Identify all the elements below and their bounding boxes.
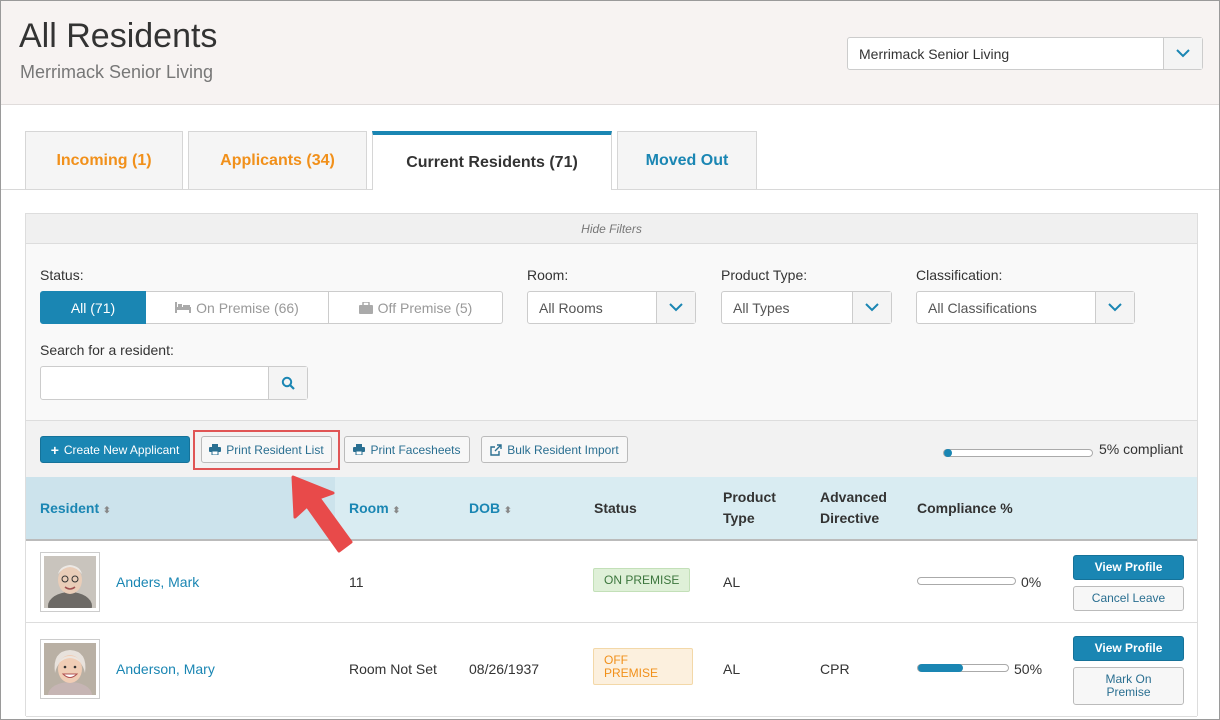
annotation-arrow-icon <box>291 475 353 553</box>
sort-icon: ⬍ <box>504 505 512 515</box>
suitcase-icon <box>358 301 373 314</box>
directive-cell: CPR <box>820 661 850 677</box>
status-column-header: Status <box>594 500 637 516</box>
compliance-bar <box>917 577 1016 585</box>
status-all-button[interactable]: All (71) <box>40 291 146 324</box>
search-input[interactable] <box>40 366 308 400</box>
mark-on-premise-button[interactable]: Mark On Premise <box>1073 667 1184 705</box>
resident-name-link[interactable]: Anders, Mark <box>116 574 199 590</box>
page-title: All Residents <box>19 17 218 55</box>
resident-column-header[interactable]: Resident ⬍ <box>40 498 111 521</box>
bed-icon <box>175 302 192 313</box>
advanced-directive-column-header: Advanced Directive <box>820 489 887 526</box>
community-select-value: Merrimack Senior Living <box>859 46 1010 62</box>
classification-select[interactable]: All Classifications <box>916 291 1135 324</box>
status-label: Status: <box>40 267 84 283</box>
tab-current-residents[interactable]: Current Residents (71) <box>372 131 612 190</box>
hide-filters-toggle[interactable]: Hide Filters <box>26 214 1197 244</box>
external-link-icon <box>490 443 502 456</box>
avatar <box>40 639 100 708</box>
chevron-down-icon[interactable] <box>1163 38 1202 69</box>
status-badge: ON PREMISE <box>593 568 691 592</box>
create-applicant-button[interactable]: + Create New Applicant <box>40 436 190 463</box>
room-cell: Room Not Set <box>349 661 437 677</box>
room-cell: 11 <box>349 574 364 590</box>
printer-icon <box>353 444 366 455</box>
overall-compliance-fill <box>944 449 952 457</box>
product-type-value: All Types <box>733 300 790 316</box>
table-header: Resident ⬍ Room ⬍ DOB ⬍ Status Product Type … <box>26 477 1197 541</box>
page-header: All Residents Merrimack Senior Living Me… <box>1 1 1219 105</box>
view-profile-button[interactable]: View Profile <box>1073 636 1184 661</box>
print-facesheets-button[interactable]: Print Facesheets <box>344 436 470 463</box>
bulk-import-button[interactable]: Bulk Resident Import <box>481 436 628 463</box>
room-select-value: All Rooms <box>539 300 603 316</box>
product-type-label: Product Type: <box>721 267 808 283</box>
tab-bar: Incoming (1) Applicants (34) Current Res… <box>1 131 1219 190</box>
chevron-down-icon[interactable] <box>852 292 891 323</box>
product-type-cell: AL <box>723 574 741 590</box>
compliance-fill <box>918 664 963 672</box>
product-type-column-header: Product Type <box>723 489 776 526</box>
print-facesheets-label: Print Facesheets <box>370 442 461 457</box>
status-on-premise-label: On Premise (66) <box>196 299 299 316</box>
tab-incoming[interactable]: Incoming (1) <box>25 131 183 189</box>
compliance-column-header: Compliance % <box>917 500 1013 516</box>
filters-area: Status: All (71) On Premise (66) Off Pre… <box>26 244 1197 420</box>
classification-value: All Classifications <box>928 300 1037 316</box>
view-profile-button[interactable]: View Profile <box>1073 555 1184 580</box>
dob-column-header[interactable]: DOB ⬍ <box>469 498 512 521</box>
sort-icon: ⬍ <box>103 505 111 515</box>
resident-name-link[interactable]: Anderson, Mary <box>116 661 215 677</box>
room-select[interactable]: All Rooms <box>527 291 696 324</box>
status-on-premise-button[interactable]: On Premise (66) <box>146 291 329 324</box>
chevron-down-icon[interactable] <box>1095 292 1134 323</box>
tab-applicants[interactable]: Applicants (34) <box>188 131 367 189</box>
residents-panel: Hide Filters Status: All (71) On Premise… <box>25 213 1198 717</box>
product-type-select[interactable]: All Types <box>721 291 892 324</box>
chevron-down-icon[interactable] <box>656 292 695 323</box>
page-subtitle: Merrimack Senior Living <box>20 62 214 82</box>
table-row: Anders, Mark 11 ON PREMISE AL 0% View Pr… <box>26 541 1197 623</box>
classification-label: Classification: <box>916 267 1003 283</box>
bulk-import-label: Bulk Resident Import <box>507 442 619 457</box>
status-all-label: All (71) <box>70 299 116 316</box>
room-label: Room: <box>527 267 569 283</box>
search-label: Search for a resident: <box>40 342 174 358</box>
tab-moved-out[interactable]: Moved Out <box>617 131 757 189</box>
product-type-cell: AL <box>723 661 741 677</box>
dob-cell: 08/26/1937 <box>469 661 540 677</box>
status-segmented-control: All (71) On Premise (66) Off Premise (5) <box>40 291 503 324</box>
compliance-bar <box>917 664 1009 672</box>
search-button[interactable] <box>268 367 307 399</box>
overall-compliance-text: 5% compliant <box>1099 441 1184 457</box>
status-off-premise-button[interactable]: Off Premise (5) <box>329 291 503 324</box>
sort-icon: ⬍ <box>392 505 401 515</box>
community-select[interactable]: Merrimack Senior Living <box>847 37 1203 70</box>
overall-compliance-bar <box>943 449 1093 457</box>
compliance-text: 0% <box>1021 574 1042 590</box>
actions-toolbar: + Create New Applicant Print Resident Li… <box>26 420 1197 477</box>
compliance-text: 50% <box>1014 661 1043 677</box>
table-row: Anderson, Mary Room Not Set 08/26/1937 O… <box>26 623 1197 717</box>
highlight-box <box>193 430 340 470</box>
create-applicant-label: Create New Applicant <box>63 442 180 457</box>
plus-icon: + <box>50 441 59 458</box>
search-icon <box>281 376 295 390</box>
avatar <box>40 552 100 620</box>
status-badge: OFF PREMISE <box>593 648 693 685</box>
status-off-premise-label: Off Premise (5) <box>377 299 473 316</box>
cancel-leave-button[interactable]: Cancel Leave <box>1073 586 1184 611</box>
